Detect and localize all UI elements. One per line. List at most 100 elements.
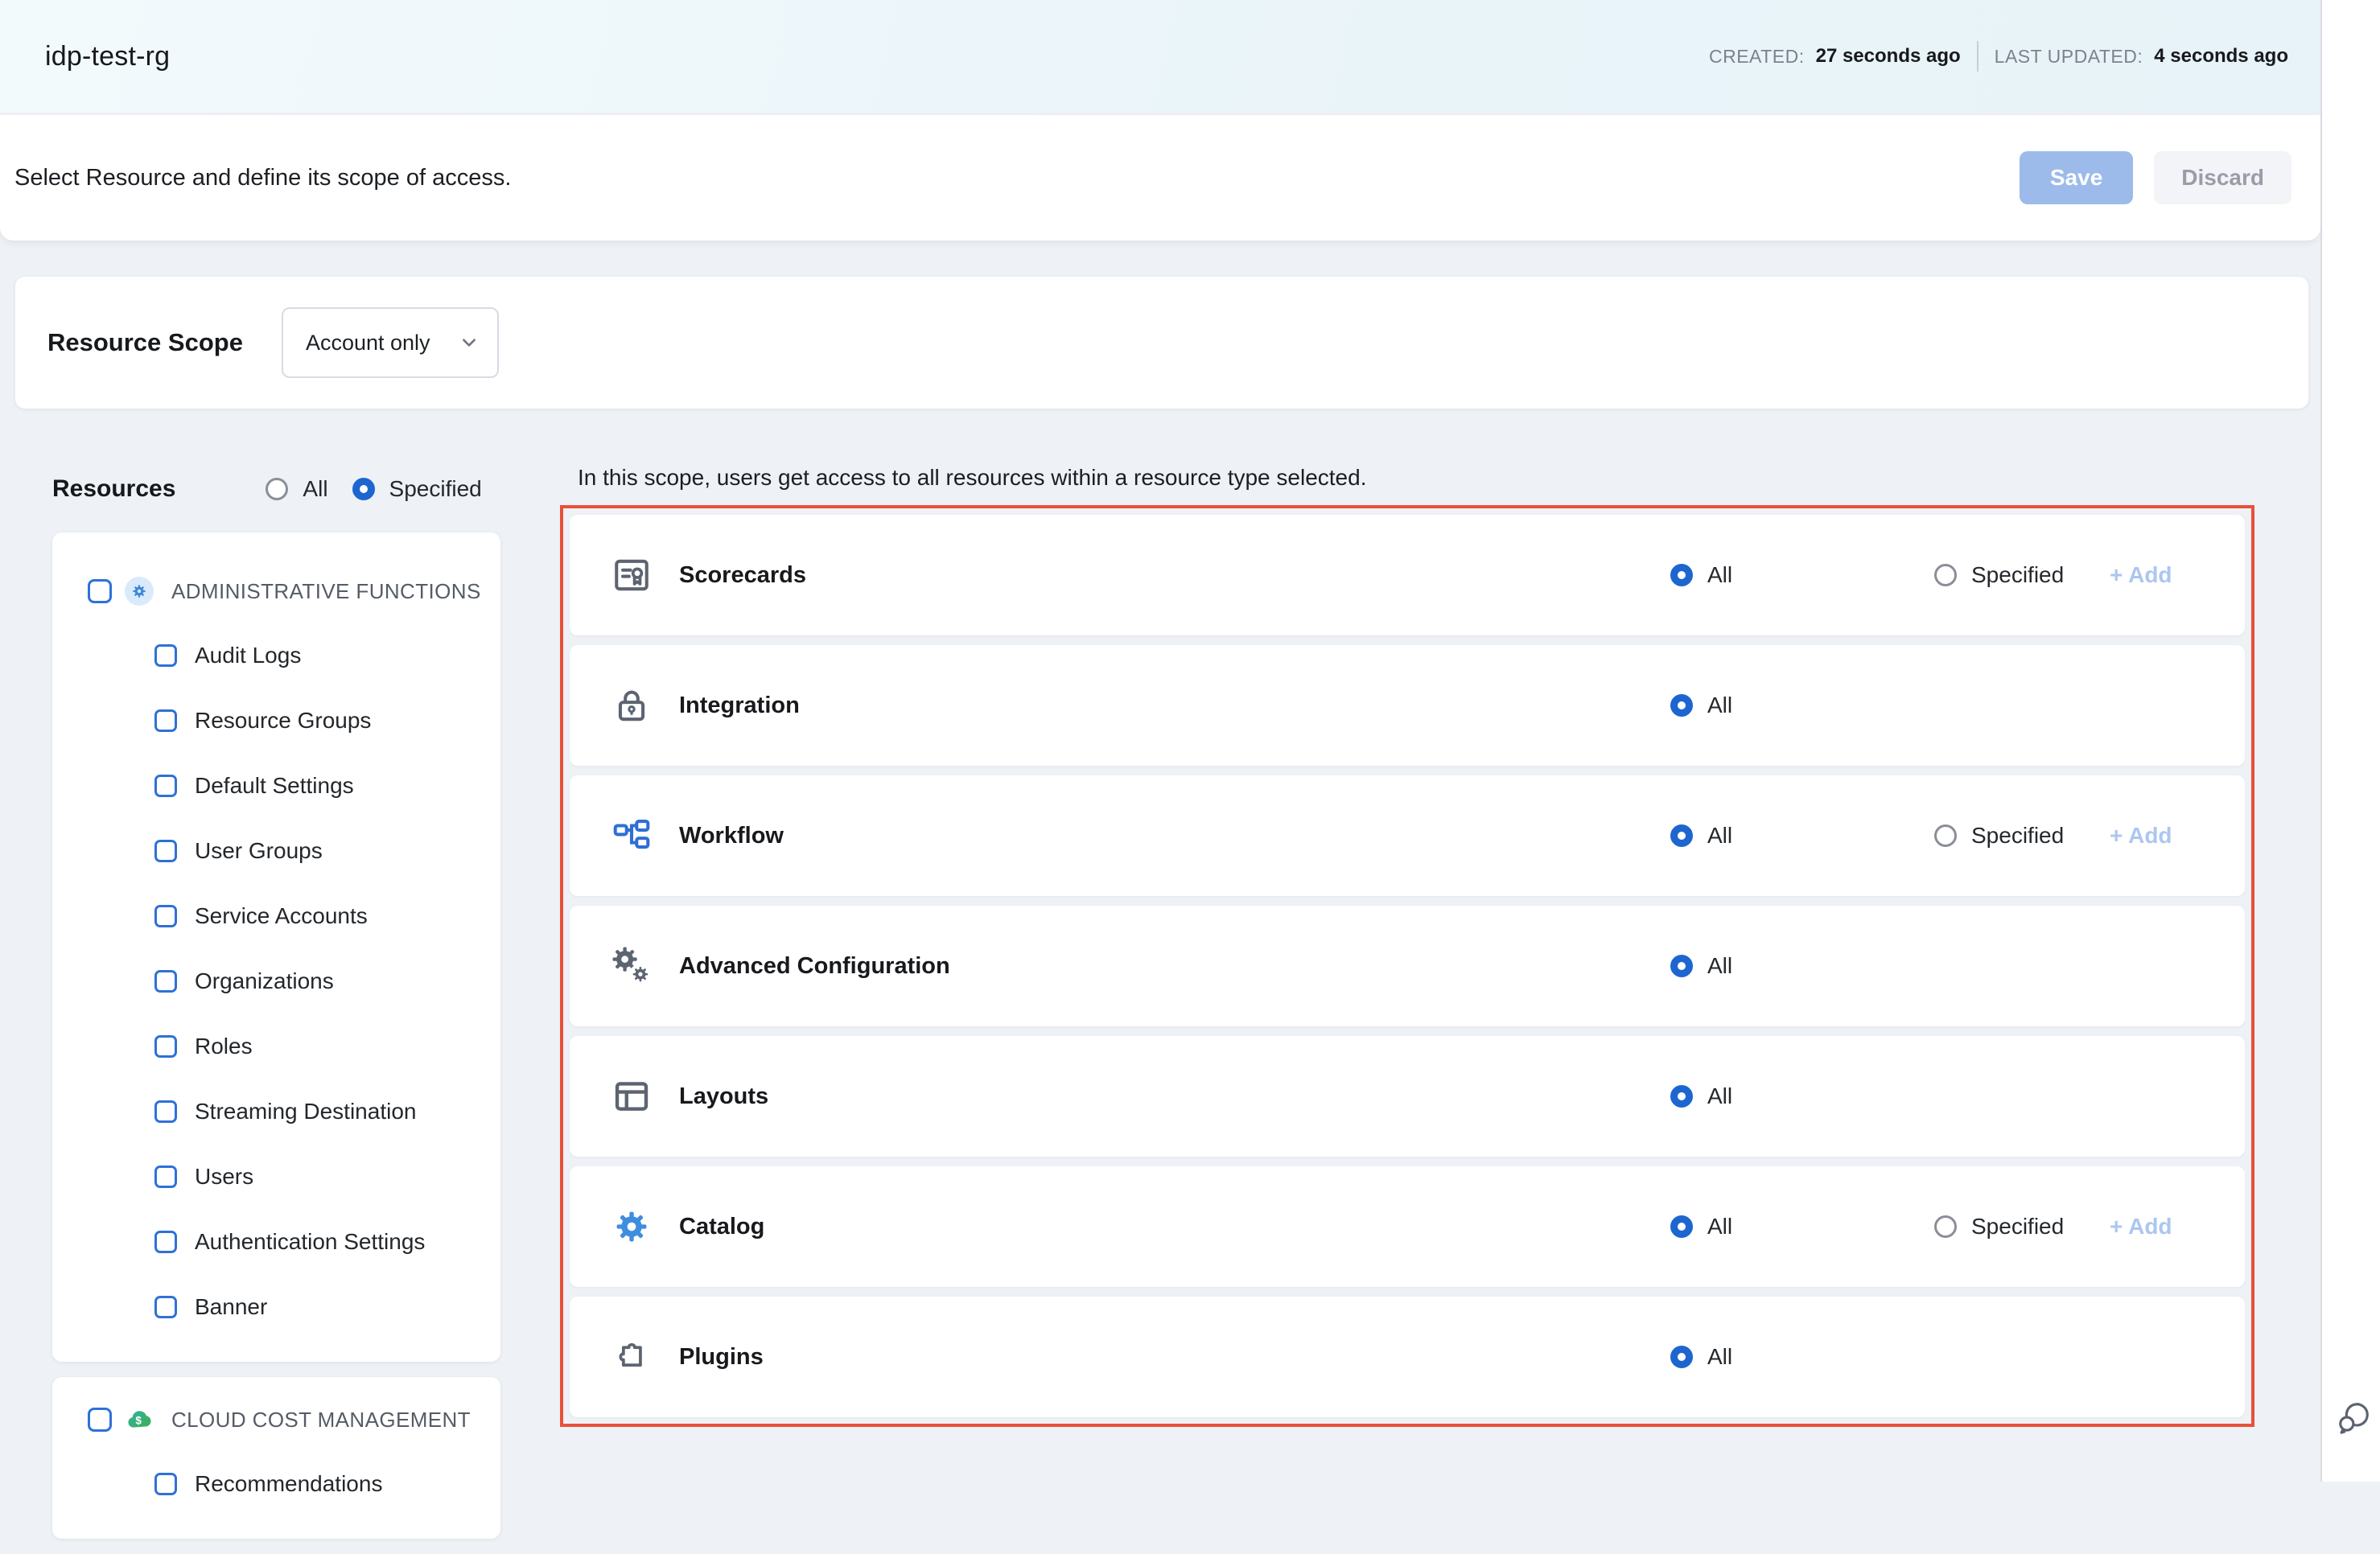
resource-type-row: Scorecards All Specified + Add: [570, 515, 2245, 635]
resource-type-row: WorkflowAllSpecified+ Add: [570, 775, 2245, 896]
resources-title: Resources: [52, 475, 175, 503]
add-link[interactable]: + Add: [2110, 823, 2172, 849]
resource-item-row: Authentication Settings: [52, 1209, 500, 1274]
resource-item-row: Banner: [52, 1274, 500, 1339]
cloud-cost-icon: $: [125, 1405, 154, 1434]
specified-radio[interactable]: [1934, 824, 1957, 847]
chat-bubbles-icon[interactable]: [2335, 1398, 2372, 1435]
resource-item-label: Authentication Settings: [195, 1229, 425, 1255]
resource-item-label: Users: [195, 1164, 253, 1190]
resource-types-panel: Scorecards All Specified + Add Integration Al…: [560, 505, 2254, 1427]
resource-type-row: Advanced Configuration All: [570, 906, 2245, 1026]
resource-type-row: Integration All: [570, 645, 2245, 766]
resource-group-checkbox[interactable]: [88, 1408, 112, 1432]
resource-type-label: Plugins: [679, 1344, 764, 1371]
resource-group-row: ADMINISTRATIVE FUNCTIONS: [52, 560, 500, 623]
resource-item-label: User Groups: [195, 838, 323, 864]
layouts-icon: [611, 1076, 652, 1116]
resources-specified-radio[interactable]: [352, 478, 375, 500]
all-radio-label: All: [1707, 823, 1732, 849]
all-radio[interactable]: [1670, 824, 1693, 847]
all-radio-label: All: [1707, 562, 1732, 588]
specified-radio[interactable]: [1934, 564, 1957, 586]
all-radio[interactable]: [1670, 955, 1693, 977]
specified-radio-label: Specified: [1971, 823, 2064, 849]
resource-item-checkbox[interactable]: [154, 775, 177, 797]
resource-type-row: PluginsAll: [570, 1297, 2245, 1417]
meta-divider: [1977, 41, 1979, 72]
resource-item-checkbox[interactable]: [154, 840, 177, 862]
svg-text:$: $: [135, 1415, 142, 1427]
resource-item-checkbox[interactable]: [154, 1296, 177, 1318]
resource-item-checkbox[interactable]: [154, 709, 177, 732]
catalog-gear-icon: [611, 1207, 652, 1247]
resource-item-label: Banner: [195, 1294, 267, 1320]
all-radio[interactable]: [1670, 1085, 1693, 1108]
plugins-puzzle-icon: [611, 1337, 652, 1377]
all-radio[interactable]: [1670, 694, 1693, 717]
resource-type-label: Integration: [679, 693, 800, 719]
resource-item-row: Service Accounts: [52, 883, 500, 948]
resource-scope-selected-value: Account only: [306, 331, 430, 356]
resource-item-label: Service Accounts: [195, 903, 368, 929]
integration-lock-icon: [611, 685, 652, 726]
discard-button[interactable]: Discard: [2154, 151, 2291, 204]
resource-item-checkbox[interactable]: [154, 1035, 177, 1058]
resource-item-label: Audit Logs: [195, 643, 301, 668]
save-button[interactable]: Save: [2020, 151, 2133, 204]
resource-item-checkbox[interactable]: [154, 905, 177, 927]
resources-header: Resources All Specified: [52, 463, 500, 515]
resource-group-card: ADMINISTRATIVE FUNCTIONS Audit Logs Resour…: [52, 532, 500, 1362]
all-radio[interactable]: [1670, 1346, 1693, 1368]
toolbar-actions: Save Discard: [2020, 151, 2291, 204]
resource-type-label: Catalog: [679, 1214, 764, 1240]
resource-item-checkbox[interactable]: [154, 1473, 177, 1495]
advanced-gears-icon: [611, 946, 652, 986]
specified-radio-label: Specified: [1971, 1214, 2064, 1240]
all-radio-label: All: [1707, 1214, 1732, 1240]
specified-radio[interactable]: [1934, 1215, 1957, 1238]
resources-specified-label: Specified: [389, 476, 482, 502]
resource-item-row: Audit Logs: [52, 623, 500, 688]
resource-item-checkbox[interactable]: [154, 970, 177, 993]
resource-item-label: Organizations: [195, 968, 334, 994]
created-value: 27 seconds ago: [1816, 45, 1961, 68]
scorecards-icon: [611, 555, 652, 595]
resource-item-label: Default Settings: [195, 773, 354, 799]
all-radio[interactable]: [1670, 564, 1693, 586]
resource-scope-label: Resource Scope: [47, 328, 243, 357]
resource-scope-card: Resource Scope Account only: [15, 277, 2308, 409]
resource-item-checkbox[interactable]: [154, 1166, 177, 1188]
resource-group-label: CLOUD COST MANAGEMENT: [171, 1408, 471, 1433]
add-link[interactable]: + Add: [2110, 562, 2172, 588]
specified-radio-label: Specified: [1971, 562, 2064, 588]
resource-type-label: Layouts: [679, 1083, 768, 1110]
created-label: CREATED:: [1709, 46, 1805, 68]
add-link[interactable]: + Add: [2110, 1214, 2172, 1240]
last-updated-label: LAST UPDATED:: [1995, 46, 2143, 68]
resource-group-checkbox[interactable]: [88, 579, 112, 603]
header-meta: CREATED: 27 seconds ago LAST UPDATED: 4 …: [1709, 41, 2288, 72]
all-radio-label: All: [1707, 1083, 1732, 1109]
resource-scope-select[interactable]: Account only: [282, 307, 499, 378]
resource-item-label: Streaming Destination: [195, 1099, 416, 1124]
all-radio[interactable]: [1670, 1215, 1693, 1238]
resource-item-label: Resource Groups: [195, 708, 371, 734]
resources-all-radio[interactable]: [266, 478, 288, 500]
resources-tree: ADMINISTRATIVE FUNCTIONS Audit Logs Resour…: [52, 532, 500, 1554]
resource-item-checkbox[interactable]: [154, 1100, 177, 1123]
resource-item-checkbox[interactable]: [154, 1231, 177, 1253]
all-radio-label: All: [1707, 693, 1732, 718]
right-rail: [2320, 0, 2380, 1482]
toolbar-description: Select Resource and define its scope of …: [14, 165, 511, 191]
resource-type-label: Scorecards: [679, 562, 806, 589]
chevron-down-icon: [460, 334, 478, 352]
resource-group-row: $ CLOUD COST MANAGEMENT: [52, 1388, 500, 1451]
resource-item-row: Streaming Destination: [52, 1079, 500, 1144]
resource-type-label: Advanced Configuration: [679, 953, 950, 980]
all-radio-label: All: [1707, 953, 1732, 979]
admin-gear-icon: [125, 577, 154, 606]
scope-description: In this scope, users get access to all r…: [578, 465, 1366, 491]
resource-item-label: Roles: [195, 1034, 253, 1059]
resource-item-checkbox[interactable]: [154, 644, 177, 667]
